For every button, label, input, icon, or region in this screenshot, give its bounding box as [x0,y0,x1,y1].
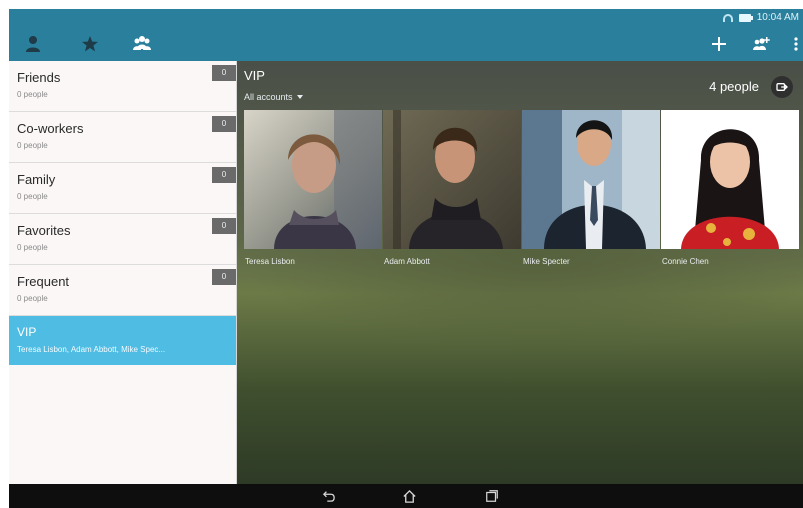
group-item-co-workers[interactable]: Co-workers 0 people 0 [9,112,236,163]
contact-name: Adam Abbott [384,257,430,266]
action-bar [9,27,803,61]
battery-icon [738,13,753,22]
contact-name: Connie Chen [662,257,709,266]
contact-card[interactable]: Teresa Lisbon [244,110,382,266]
contact-photo [244,110,382,249]
status-bar: 10:04 AM [9,9,803,27]
more-options-button[interactable] [785,33,803,55]
group-item-family[interactable]: Family 0 people 0 [9,163,236,214]
group-subtitle: 0 people [17,294,48,303]
recent-apps-button[interactable] [483,488,501,504]
group-item-vip[interactable]: VIP Teresa Lisbon, Adam Abbott, Mike Spe… [9,316,236,365]
contacts-tab[interactable] [22,33,44,55]
app-window: 10:04 AM Friends 0 people 0 Co-workers 0… [9,9,803,508]
navigation-bar [9,484,803,508]
group-count-badge: 0 [212,116,236,132]
accounts-filter-dropdown[interactable]: All accounts [244,92,303,102]
group-count-badge: 0 [212,167,236,183]
group-count-badge: 0 [212,218,236,234]
home-button[interactable] [400,488,418,504]
accounts-filter-label: All accounts [244,92,293,102]
contact-photo [661,110,799,249]
people-count: 4 people [709,79,759,94]
groups-icon [133,36,151,50]
plus-icon [712,37,726,51]
contact-photo [383,110,521,249]
group-count-badge: 0 [212,269,236,285]
contact-grid: Teresa Lisbon Adam Abbott Mike Specter C… [244,110,800,270]
groups-tab[interactable] [131,33,153,55]
contact-card[interactable]: Connie Chen [661,110,799,266]
group-subtitle: 0 people [17,90,48,99]
group-name: Favorites [17,223,71,238]
group-name: Co-workers [17,121,84,136]
group-item-friends[interactable]: Friends 0 people 0 [9,61,236,112]
contact-name: Teresa Lisbon [245,257,295,266]
group-subtitle: 0 people [17,192,48,201]
contact-card[interactable]: Adam Abbott [383,110,521,266]
status-time: 10:04 AM [756,12,799,23]
add-people-icon [753,37,770,50]
group-detail-panel: VIP All accounts 4 people Teresa Lisbon … [237,61,803,484]
star-icon [82,36,98,52]
recent-apps-icon [486,490,498,502]
group-count-badge: 0 [212,65,236,81]
share-group-button[interactable] [771,76,793,98]
contact-photo [522,110,660,249]
group-name: Frequent [17,274,70,289]
person-icon [26,36,40,52]
back-button[interactable] [320,488,338,504]
contact-card[interactable]: Mike Specter [522,110,660,266]
group-subtitle: Teresa Lisbon, Adam Abbott, Mike Spec... [17,345,166,354]
group-item-favorites[interactable]: Favorites 0 people 0 [9,214,236,265]
chevron-down-icon [296,95,303,99]
favorites-tab[interactable] [79,33,101,55]
wifi-icon [722,13,733,22]
group-subtitle: 0 people [17,243,48,252]
group-name: Family [17,172,56,187]
home-icon [402,489,416,503]
contact-name: Mike Specter [523,257,570,266]
share-icon [776,83,788,91]
group-subtitle: 0 people [17,141,48,150]
group-name: VIP [17,325,37,339]
group-title: VIP [244,68,265,83]
group-name: Friends [17,70,61,85]
overflow-icon [794,37,798,51]
back-icon [322,491,335,502]
groups-sidebar: Friends 0 people 0 Co-workers 0 people 0… [9,61,237,484]
group-item-frequent[interactable]: Frequent 0 people 0 [9,265,236,316]
add-group-button[interactable] [708,33,730,55]
add-members-button[interactable] [750,33,772,55]
